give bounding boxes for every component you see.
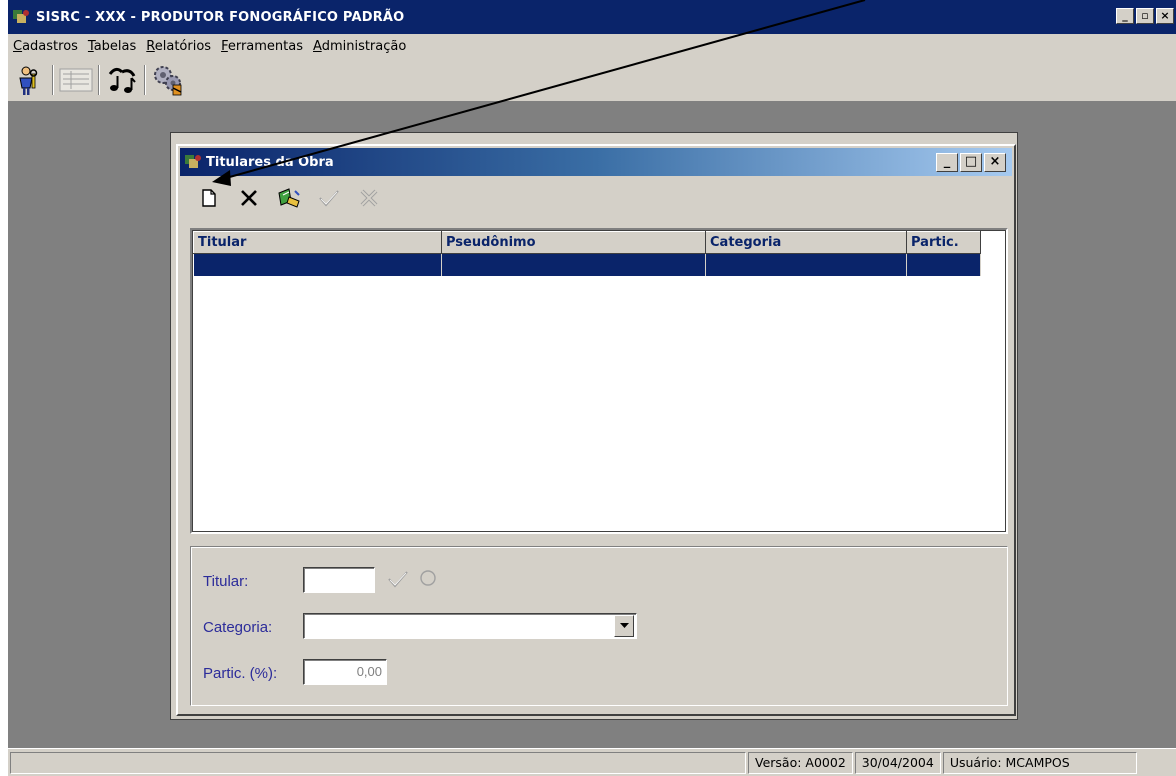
menu-ferramentas-rest: erramentas — [227, 38, 304, 54]
delete-button[interactable] — [232, 182, 266, 214]
form-list-icon — [59, 68, 93, 91]
chevron-down-icon — [619, 623, 629, 628]
restore-button[interactable]: ▫ — [1136, 8, 1154, 24]
main-titlebar[interactable]: SISRC - XXX - PRODUTOR FONOGRÁFICO PADRÃ… — [8, 0, 1176, 34]
window-icon — [185, 155, 201, 168]
app-icon — [13, 10, 29, 23]
titulares-toolbar — [192, 180, 386, 216]
details-panel: Titular: Categoria: Partic. (%): 0,00 — [190, 546, 1008, 706]
menu-cadastros[interactable]: Cadastros — [8, 39, 84, 54]
confirm-button[interactable] — [312, 182, 346, 214]
toolbar-separator — [98, 64, 100, 95]
menu-tabelas[interactable]: Tabelas — [84, 39, 142, 54]
menu-tabelas-rest: abelas — [93, 38, 137, 54]
status-user: Usuário: MCAMPOS — [942, 751, 1137, 774]
form-list-button[interactable] — [58, 62, 94, 98]
menubar: Cadastros Tabelas Relatórios Ferramentas… — [8, 34, 1176, 58]
cell-pseudonimo[interactable] — [441, 253, 706, 276]
status-main-panel — [10, 751, 746, 774]
titulares-title: Titulares da Obra — [206, 154, 334, 170]
menu-relatorios-rest: elatórios — [154, 38, 212, 54]
categoria-dropdown-button[interactable] — [614, 615, 634, 637]
app-title: SISRC - XXX - PRODUTOR FONOGRÁFICO PADRÃ… — [36, 9, 405, 25]
person-key-button[interactable] — [12, 62, 48, 98]
cell-categoria[interactable] — [705, 253, 907, 276]
titular-label: Titular: — [203, 573, 249, 590]
toolbar-separator — [144, 64, 146, 95]
cell-titular[interactable] — [193, 253, 442, 276]
gears-icon — [154, 65, 182, 95]
menu-ferramentas[interactable]: Ferramentas — [217, 39, 309, 54]
child-maximize-button[interactable]: □ — [960, 153, 982, 172]
new-document-icon — [202, 189, 216, 207]
edit-button[interactable] — [272, 182, 306, 214]
music-notes-button[interactable] — [104, 62, 140, 98]
menu-administracao[interactable]: Administração — [309, 39, 412, 54]
titulares-grid[interactable]: Titular Pseudônimo Categoria Partic. — [190, 228, 1008, 534]
grid-table: Titular Pseudônimo Categoria Partic. — [193, 231, 981, 276]
column-header-categoria[interactable]: Categoria — [705, 231, 907, 254]
cancel-button[interactable] — [352, 182, 386, 214]
table-row[interactable] — [193, 253, 981, 276]
music-notes-icon — [108, 67, 136, 93]
titulares-window: Titulares da Obra _ □ × Titular Pseudôni… — [176, 144, 1016, 716]
child-minimize-button[interactable]: _ — [936, 153, 958, 172]
toolbar-separator — [52, 64, 54, 95]
main-toolbar — [8, 58, 1176, 102]
close-button[interactable]: × — [1156, 8, 1174, 24]
categoria-select[interactable] — [303, 613, 637, 639]
column-header-partic[interactable]: Partic. — [906, 231, 981, 254]
status-date: 30/04/2004 — [854, 751, 941, 774]
edit-icon — [278, 188, 300, 208]
status-version: Versão: A0002 — [748, 751, 853, 774]
cancel-icon — [360, 189, 378, 207]
menu-relatorios[interactable]: Relatórios — [142, 39, 217, 54]
titular-lookup-icon[interactable] — [419, 569, 437, 587]
minimize-button[interactable]: _ — [1116, 8, 1134, 24]
new-button[interactable] — [192, 182, 226, 214]
menu-administracao-rest: dministração — [321, 38, 407, 54]
person-key-icon — [19, 66, 38, 95]
titulares-titlebar[interactable]: Titulares da Obra _ □ × — [180, 148, 1012, 176]
partic-label: Partic. (%): — [203, 665, 278, 682]
statusbar: Versão: A0002 30/04/2004 Usuário: MCAMPO… — [8, 748, 1176, 776]
categoria-label: Categoria: — [203, 619, 273, 636]
settings-button[interactable] — [150, 62, 186, 98]
column-header-titular[interactable]: Titular — [193, 231, 442, 254]
partic-field[interactable]: 0,00 — [303, 659, 387, 685]
titular-field[interactable] — [303, 567, 375, 593]
confirm-icon — [319, 190, 339, 207]
titular-confirm-icon[interactable] — [387, 569, 409, 589]
child-close-button[interactable]: × — [984, 153, 1006, 172]
column-header-pseudonimo[interactable]: Pseudônimo — [441, 231, 706, 254]
cell-partic[interactable] — [906, 253, 981, 276]
delete-icon — [241, 190, 257, 206]
menu-cadastros-rest: adastros — [22, 38, 78, 54]
